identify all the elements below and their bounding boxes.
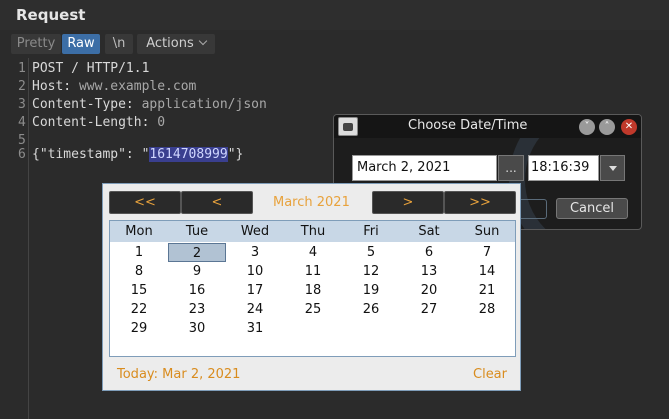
day-cell[interactable]: 14	[458, 262, 516, 281]
ok-button[interactable]	[517, 199, 547, 219]
weekday-label: Mon	[125, 224, 153, 239]
time-dropdown-button[interactable]	[600, 155, 625, 181]
request-toolbar: Pretty Raw \n Actions	[0, 30, 669, 58]
day-cell[interactable]: 12	[342, 262, 400, 281]
day-cell[interactable]: 3	[226, 243, 284, 262]
line-number-gutter: 1 2 3 4 5 6	[0, 58, 29, 419]
date-picker-button[interactable]: ...	[498, 155, 524, 181]
day-cell[interactable]: 20	[400, 281, 458, 300]
line-number: 3	[18, 97, 26, 112]
day-cell[interactable]: 6	[400, 243, 458, 262]
day-cell[interactable]: 30	[168, 319, 226, 338]
day-cell[interactable]: 29	[110, 319, 168, 338]
date-field[interactable]: March 2, 2021	[352, 155, 497, 181]
raw-tab[interactable]: Raw	[62, 34, 100, 54]
weekday-label: Thu	[300, 224, 326, 239]
day-cell[interactable]: 24	[226, 300, 284, 319]
header-value: application/json	[133, 97, 267, 112]
today-link[interactable]: Today: Mar 2, 2021	[117, 367, 240, 382]
content-length-header: Content-Length: 0	[32, 115, 165, 130]
weekday-label: Tue	[185, 224, 209, 239]
weekday-header-row: Mon Tue Wed Thu Fri Sat Sun	[110, 221, 515, 242]
clear-link[interactable]: Clear	[473, 367, 507, 382]
day-cell[interactable]: 1	[110, 243, 168, 262]
day-cell[interactable]: 21	[458, 281, 516, 300]
request-panel-header: Request	[0, 0, 669, 30]
dialog-title: Choose Date/Time	[408, 118, 528, 133]
actions-menu-button[interactable]: Actions	[137, 34, 215, 54]
day-cell[interactable]: 11	[284, 262, 342, 281]
day-cell[interactable]: 8	[110, 262, 168, 281]
minimize-button[interactable]: ˅	[579, 119, 595, 135]
day-cell[interactable]: 17	[226, 281, 284, 300]
day-cell[interactable]: 31	[226, 319, 284, 338]
line-number: 1	[18, 61, 26, 76]
next-year-button[interactable]: >>	[444, 191, 516, 214]
day-cell[interactable]: 9	[168, 262, 226, 281]
maximize-button[interactable]: ˄	[599, 119, 615, 135]
request-line: POST / HTTP/1.1	[32, 61, 150, 76]
day-cell[interactable]: 25	[284, 300, 342, 319]
day-cell[interactable]: 23	[168, 300, 226, 319]
cancel-button[interactable]: Cancel	[556, 198, 628, 219]
calendar-popup: << < March 2021 > >> Mon Tue Wed Thu Fri…	[102, 183, 521, 391]
day-cell[interactable]: 16	[168, 281, 226, 300]
day-cell[interactable]: 26	[342, 300, 400, 319]
json-prefix: {"timestamp": "	[32, 147, 150, 162]
panel-title: Request	[16, 6, 86, 24]
host-header: Host: www.example.com	[32, 79, 196, 94]
weekday-label: Wed	[240, 224, 270, 239]
day-cell[interactable]: 5	[342, 243, 400, 262]
day-cell[interactable]: 28	[458, 300, 516, 319]
prev-month-button[interactable]: <	[181, 191, 253, 214]
day-cell[interactable]: 27	[400, 300, 458, 319]
day-cell[interactable]: 22	[110, 300, 168, 319]
newline-toggle[interactable]: \n	[105, 34, 133, 54]
day-cell[interactable]: 7	[458, 243, 516, 262]
line-number: 6	[18, 147, 26, 162]
header-key: Content-Length:	[32, 115, 150, 130]
day-cell[interactable]: 15	[110, 281, 168, 300]
day-cell[interactable]: 4	[284, 243, 342, 262]
time-field[interactable]: 18:16:39	[528, 155, 599, 181]
selected-day-cell[interactable]: 2	[168, 243, 226, 262]
weekday-label: Fri	[363, 224, 379, 239]
pretty-tab[interactable]: Pretty	[11, 34, 61, 54]
line-number: 2	[18, 79, 26, 94]
close-button[interactable]: ✕	[621, 119, 637, 135]
calendar-grid: Mon Tue Wed Thu Fri Sat Sun 1 2 3 4 5 6 7 8 9 10 1…	[109, 220, 516, 357]
day-cell[interactable]: 13	[400, 262, 458, 281]
prev-year-button[interactable]: <<	[109, 191, 181, 214]
selected-timestamp[interactable]: 1614708999	[149, 147, 228, 162]
header-value: 0	[149, 115, 166, 130]
day-cell[interactable]: 18	[284, 281, 342, 300]
weekday-label: Sat	[418, 224, 440, 239]
header-key: Host:	[32, 79, 72, 94]
day-cell[interactable]: 19	[342, 281, 400, 300]
line-number: 5	[18, 133, 26, 148]
content-type-header: Content-Type: application/json	[32, 97, 267, 112]
line-number: 4	[18, 115, 26, 130]
header-value: www.example.com	[71, 79, 197, 94]
actions-label: Actions	[146, 36, 194, 51]
weekday-label: Sun	[474, 224, 500, 239]
header-key: Content-Type:	[32, 97, 134, 112]
chevron-down-icon	[198, 36, 207, 46]
app-icon	[338, 117, 358, 136]
month-year-label: March 2021	[273, 195, 350, 210]
next-month-button[interactable]: >	[372, 191, 444, 214]
json-suffix: "}	[227, 147, 244, 162]
json-body: {"timestamp": "1614708999"}	[32, 147, 243, 162]
day-cell[interactable]: 10	[226, 262, 284, 281]
dialog-titlebar[interactable]: Choose Date/Time ˅ ˄ ✕	[334, 115, 641, 138]
